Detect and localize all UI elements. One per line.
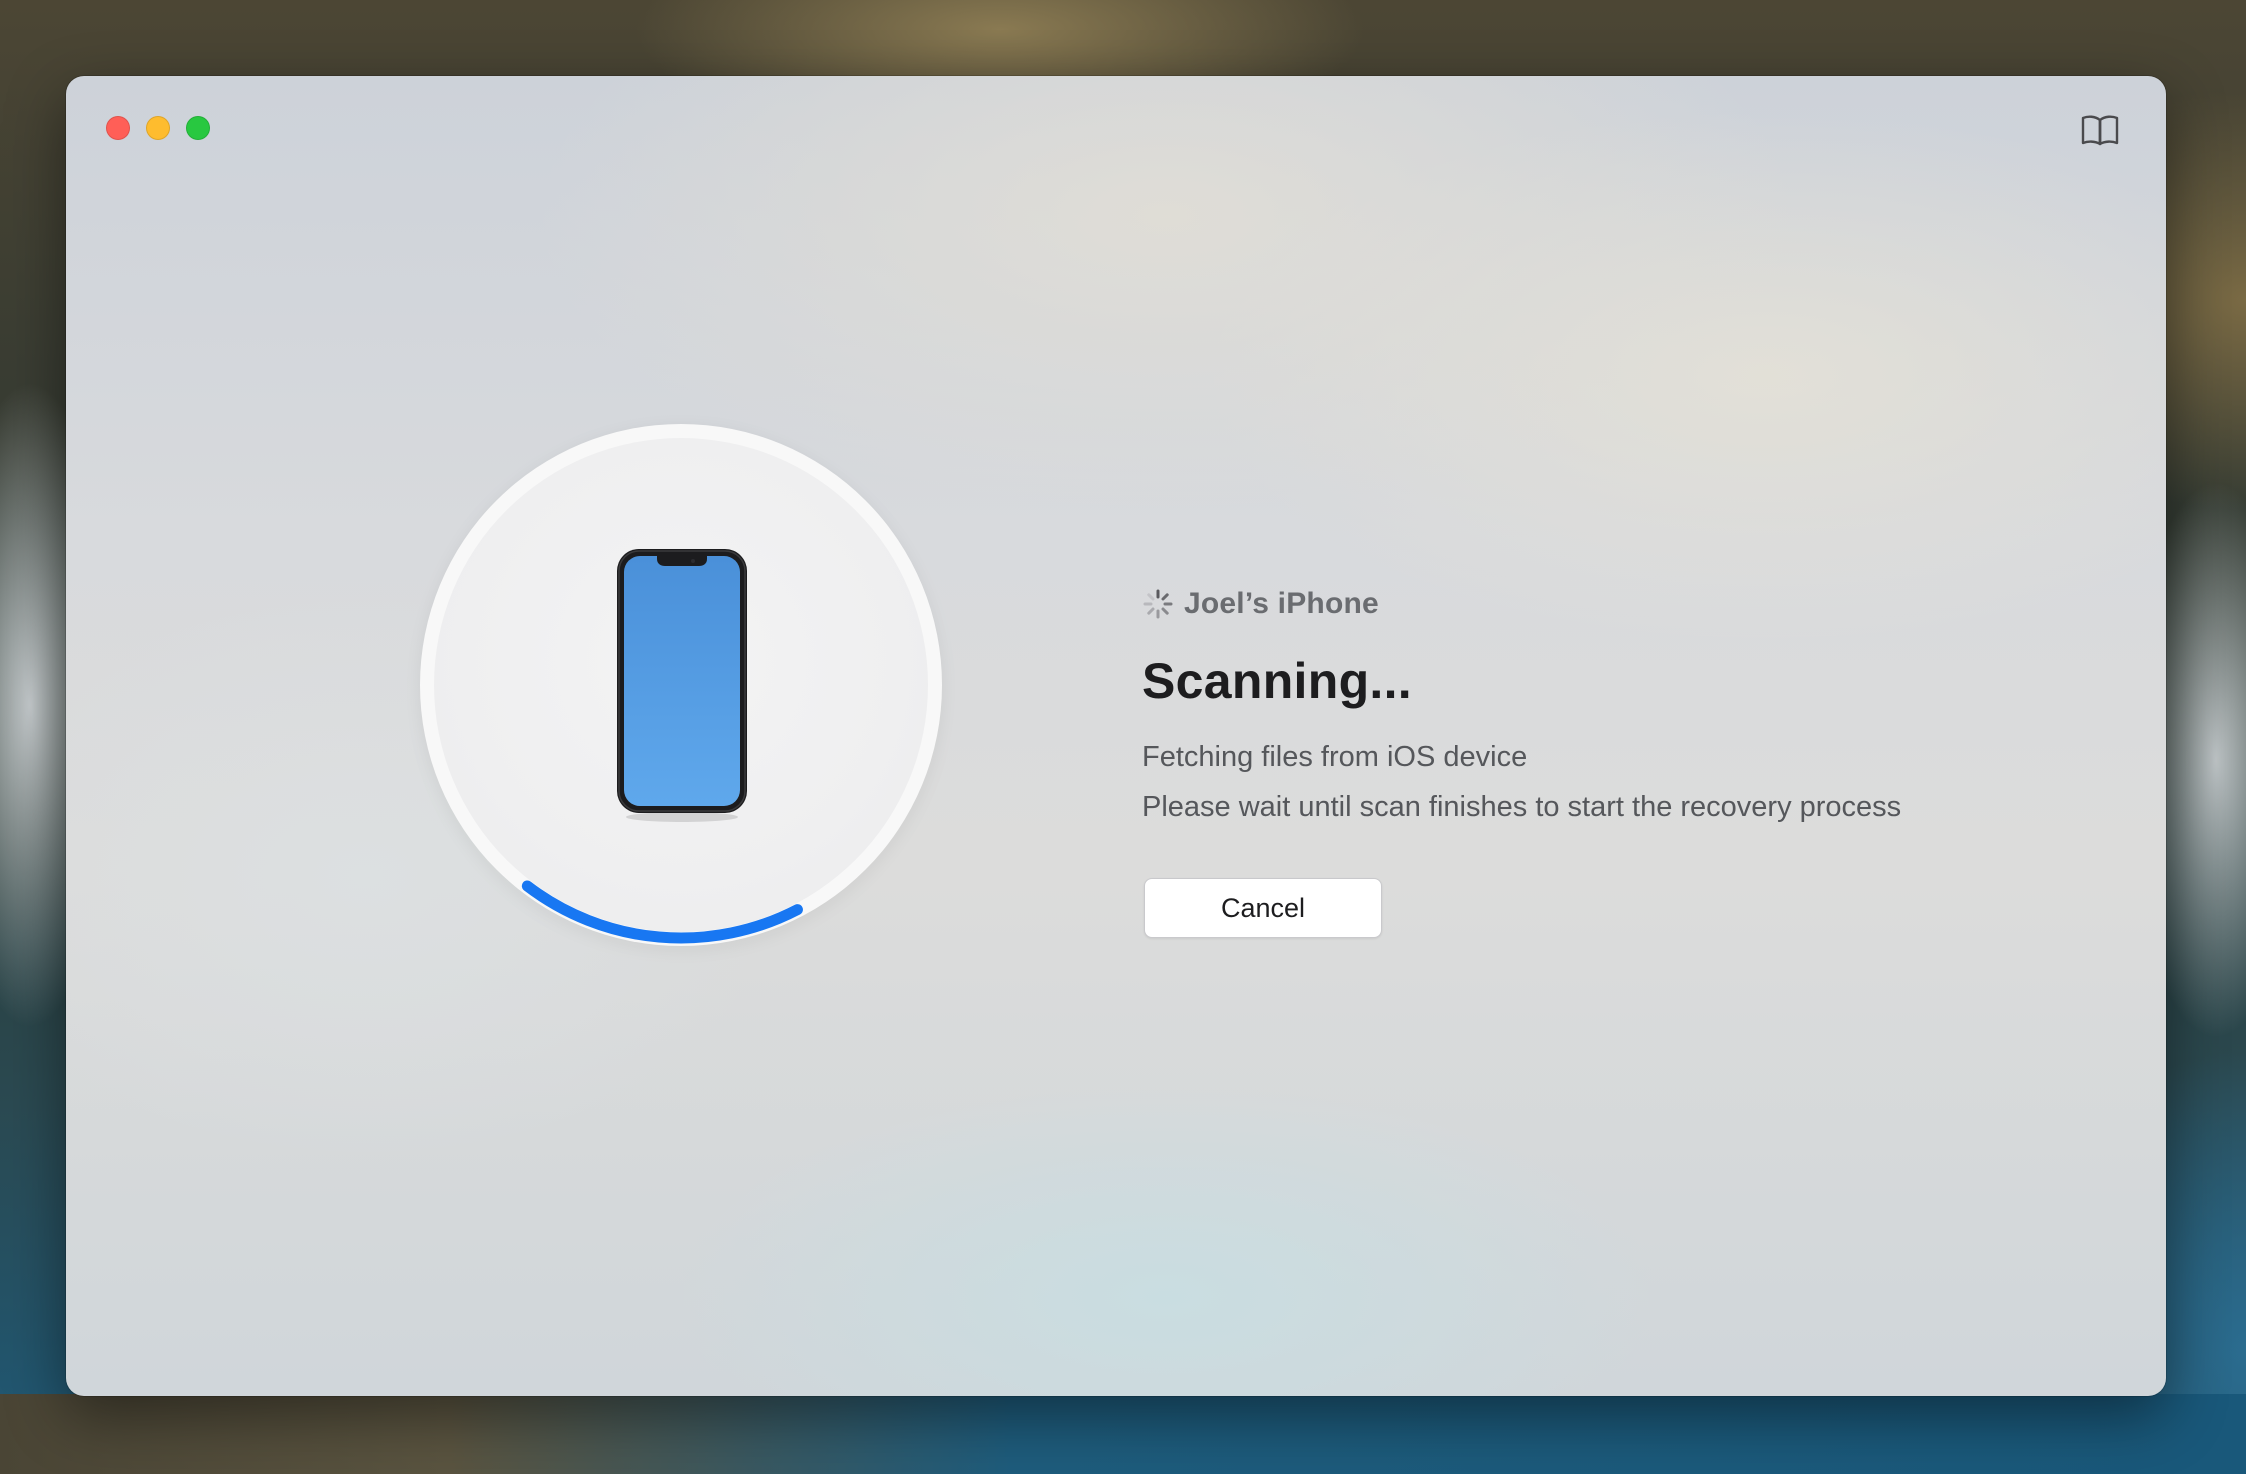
device-name: Joel’s iPhone [1184,587,1379,620]
close-button[interactable] [106,116,130,140]
book-icon [2081,115,2119,146]
device-header: Joel’s iPhone [1142,582,1901,626]
status-line-wait: Please wait until scan finishes to start… [1142,791,1902,823]
device-progress-circle [420,424,942,946]
activity-spinner-icon [1143,589,1173,619]
minimize-button[interactable] [146,116,170,140]
window-controls [106,116,210,140]
wallpaper-coast [0,1394,2246,1474]
status-line-fetching: Fetching files from iOS device [1142,741,1528,773]
scan-status-title: Scanning... [1142,653,1412,709]
iphone-icon [617,549,747,822]
scan-info-panel: Joel’s iPhone Scanning... Fetching files… [1142,582,1901,938]
cancel-button[interactable]: Cancel [1144,878,1382,938]
help-button[interactable] [2078,110,2122,150]
app-window: Joel’s iPhone Scanning... Fetching files… [66,76,2166,1396]
zoom-button[interactable] [186,116,210,140]
scan-status-message: Fetching files from iOS device Please wa… [1142,732,1901,832]
